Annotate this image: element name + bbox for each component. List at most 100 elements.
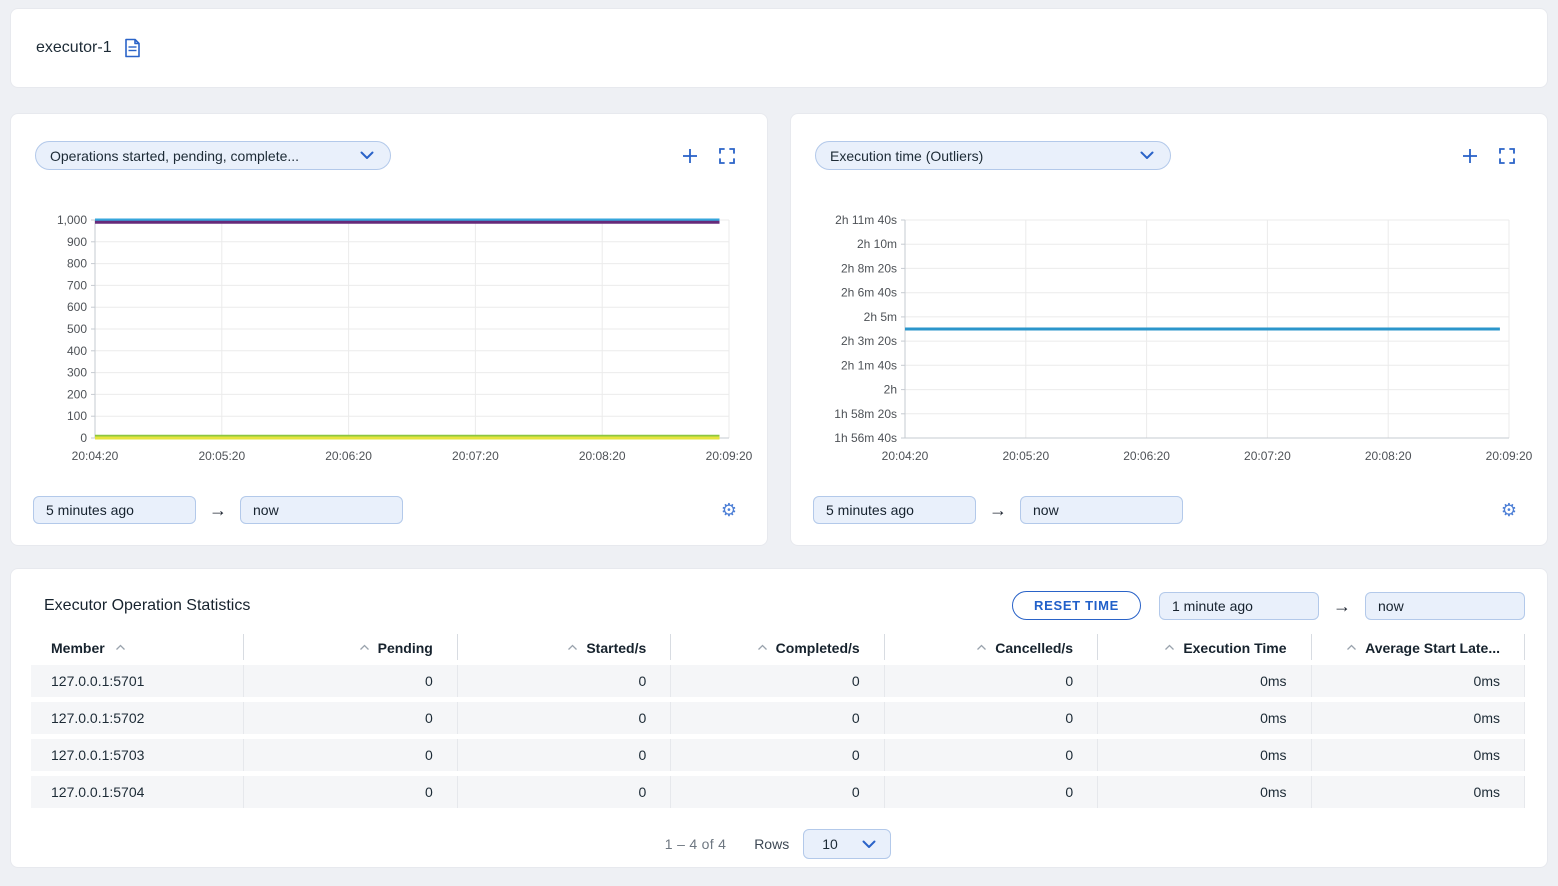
svg-text:600: 600 (67, 300, 87, 314)
svg-text:2h 3m 20s: 2h 3m 20s (841, 334, 897, 348)
fullscreen-icon[interactable] (719, 148, 735, 164)
chevron-down-icon (1140, 151, 1154, 160)
average-start-latency-cell: 0ms (1312, 776, 1525, 808)
execution-time-cell: 0ms (1098, 739, 1311, 771)
column-header-member[interactable]: Member (31, 634, 244, 660)
stats-time-to-input[interactable] (1365, 592, 1525, 620)
started-cell: 0 (458, 739, 671, 771)
add-chart-icon[interactable] (1462, 148, 1478, 164)
svg-text:20:05:20: 20:05:20 (198, 449, 245, 463)
rows-per-page-label: Rows (754, 836, 789, 852)
charts-row: Operations started, pending, complete... (10, 113, 1548, 546)
svg-text:2h 5m: 2h 5m (864, 310, 897, 324)
pending-cell: 0 (244, 665, 457, 697)
table-row[interactable]: 127.0.0.1:5702 0 0 0 0 0ms 0ms (31, 702, 1525, 734)
svg-text:2h 8m 20s: 2h 8m 20s (841, 261, 897, 275)
table-row[interactable]: 127.0.0.1:5703 0 0 0 0 0ms 0ms (31, 739, 1525, 771)
cancelled-cell: 0 (885, 739, 1098, 771)
execution-time-cell: 0ms (1098, 702, 1311, 734)
executor-header-card: executor-1 (10, 8, 1548, 88)
time-from-input[interactable] (33, 496, 196, 524)
table-header-row: Member Pending Started/s Completed/s Can… (31, 634, 1525, 660)
completed-cell: 0 (671, 739, 884, 771)
svg-text:1h 58m 20s: 1h 58m 20s (834, 407, 897, 421)
execution-time-cell: 0ms (1098, 776, 1311, 808)
svg-text:300: 300 (67, 366, 87, 380)
sort-caret-icon (757, 638, 768, 654)
operations-line-chart: 1,000900800700600500400300200100020:04:2… (33, 212, 747, 472)
svg-text:20:08:20: 20:08:20 (579, 449, 626, 463)
sort-caret-icon (359, 638, 370, 654)
time-to-input[interactable] (1020, 496, 1183, 524)
sort-caret-icon (1346, 638, 1357, 654)
column-header-pending[interactable]: Pending (244, 634, 457, 660)
reset-time-button[interactable]: RESET TIME (1012, 591, 1141, 620)
metric-select-execution-time[interactable]: Execution time (Outliers) (815, 141, 1171, 170)
settings-gear-icon[interactable]: ⚙ (721, 501, 739, 519)
cancelled-cell: 0 (885, 665, 1098, 697)
add-chart-icon[interactable] (682, 148, 698, 164)
pending-cell: 0 (244, 776, 457, 808)
started-cell: 0 (458, 776, 671, 808)
statistics-title: Executor Operation Statistics (44, 597, 250, 615)
execution-time-chart-panel: Execution time (Outliers) (790, 113, 1548, 546)
executor-statistics-panel: Executor Operation Statistics RESET TIME… (10, 568, 1548, 868)
pagination: 1 – 4 of 4 Rows 10 (31, 829, 1525, 859)
svg-text:20:06:20: 20:06:20 (325, 449, 372, 463)
chevron-down-icon (862, 840, 876, 849)
completed-cell: 0 (671, 665, 884, 697)
svg-text:0: 0 (80, 431, 87, 445)
member-cell: 127.0.0.1:5704 (31, 776, 244, 808)
svg-text:100: 100 (67, 409, 87, 423)
pending-cell: 0 (244, 739, 457, 771)
svg-text:20:04:20: 20:04:20 (72, 449, 119, 463)
svg-text:2h 10m: 2h 10m (857, 237, 897, 251)
time-to-input[interactable] (240, 496, 403, 524)
cancelled-cell: 0 (885, 702, 1098, 734)
svg-text:20:06:20: 20:06:20 (1123, 449, 1170, 463)
table-row[interactable]: 127.0.0.1:5704 0 0 0 0 0ms 0ms (31, 776, 1525, 808)
svg-text:20:08:20: 20:08:20 (1365, 449, 1412, 463)
column-header-completed[interactable]: Completed/s (671, 634, 884, 660)
arrow-right-icon: → (989, 501, 1007, 519)
metric-select-operations[interactable]: Operations started, pending, complete... (35, 141, 391, 170)
stats-time-from-input[interactable] (1159, 592, 1319, 620)
svg-text:20:09:20: 20:09:20 (1486, 449, 1533, 463)
svg-text:2h 11m 40s: 2h 11m 40s (835, 213, 897, 227)
svg-text:500: 500 (67, 322, 87, 336)
column-header-execution-time[interactable]: Execution Time (1098, 634, 1311, 660)
column-header-started[interactable]: Started/s (458, 634, 671, 660)
settings-gear-icon[interactable]: ⚙ (1501, 501, 1519, 519)
started-cell: 0 (458, 665, 671, 697)
member-cell: 127.0.0.1:5702 (31, 702, 244, 734)
table-row[interactable]: 127.0.0.1:5701 0 0 0 0 0ms 0ms (31, 665, 1525, 697)
svg-text:2h: 2h (884, 383, 897, 397)
metric-select-value: Execution time (Outliers) (830, 148, 983, 164)
member-cell: 127.0.0.1:5703 (31, 739, 244, 771)
column-header-average-start-latency[interactable]: Average Start Late... (1312, 634, 1525, 660)
svg-text:2h 1m 40s: 2h 1m 40s (841, 358, 897, 372)
svg-text:1h 56m 40s: 1h 56m 40s (834, 431, 897, 445)
average-start-latency-cell: 0ms (1312, 702, 1525, 734)
completed-cell: 0 (671, 702, 884, 734)
average-start-latency-cell: 0ms (1312, 739, 1525, 771)
metric-select-value: Operations started, pending, complete... (50, 148, 299, 164)
arrow-right-icon: → (1333, 597, 1351, 615)
svg-text:700: 700 (67, 278, 87, 292)
page-title: executor-1 (36, 39, 112, 57)
execution-time-line-chart: 2h 11m 40s 2h 10m 2h 8m 20s 2h 6m 40s 2h 5m 2… (813, 212, 1527, 472)
cancelled-cell: 0 (885, 776, 1098, 808)
document-icon[interactable] (124, 38, 141, 58)
member-cell: 127.0.0.1:5701 (31, 665, 244, 697)
svg-text:900: 900 (67, 235, 87, 249)
rows-per-page-value: 10 (822, 836, 838, 852)
column-header-cancelled[interactable]: Cancelled/s (885, 634, 1098, 660)
svg-text:20:04:20: 20:04:20 (882, 449, 929, 463)
svg-text:200: 200 (67, 387, 87, 401)
page-range-label: 1 – 4 of 4 (665, 836, 726, 852)
fullscreen-icon[interactable] (1499, 148, 1515, 164)
time-from-input[interactable] (813, 496, 976, 524)
svg-text:2h 6m 40s: 2h 6m 40s (841, 286, 897, 300)
started-cell: 0 (458, 702, 671, 734)
rows-per-page-select[interactable]: 10 (803, 829, 891, 859)
